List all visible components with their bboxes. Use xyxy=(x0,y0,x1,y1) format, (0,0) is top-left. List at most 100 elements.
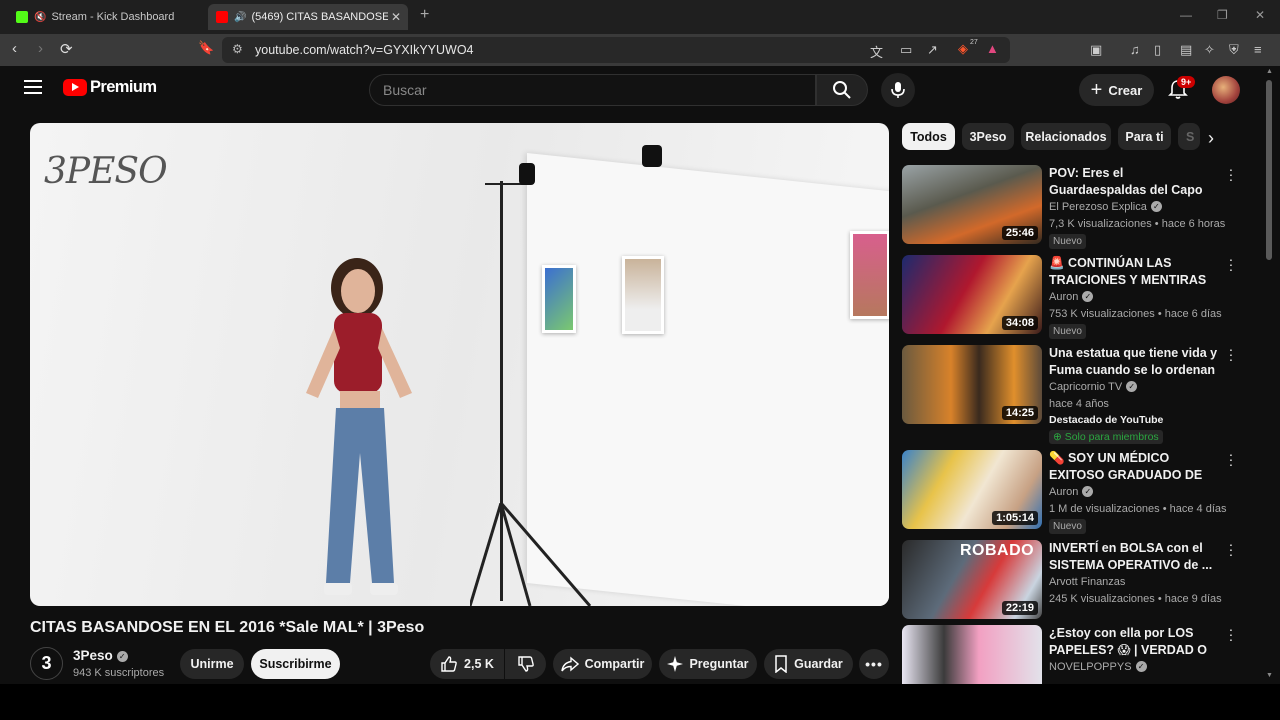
translate-icon[interactable]: 文 xyxy=(870,42,883,61)
recommendation-item[interactable]: 1:05:14 💊 SOY UN MÉDICO EXITOSO GRADUADO… xyxy=(902,447,1252,536)
more-options-icon[interactable]: · · · xyxy=(1228,625,1234,646)
recommendation-title[interactable]: 💊 SOY UN MÉDICO EXITOSO GRADUADO DE HARV… xyxy=(1049,450,1219,484)
youtube-page: Premium + Crear 9+ 3PESO xyxy=(0,66,1280,684)
featured-label: Destacado de YouTube xyxy=(1049,414,1164,426)
recommendation-channel[interactable]: Auron ✓ xyxy=(1049,486,1094,498)
address-bar[interactable]: ⚙ youtube.com/watch?v=GYXIkYYUWO4 文 ▭ ↗ … xyxy=(222,37,1010,63)
share-icon[interactable]: ↗ xyxy=(927,42,938,58)
video-title: CITAS BASANDOSE EN EL 2016 *Sale MAL* | … xyxy=(30,619,425,636)
site-settings-icon[interactable]: ⚙ xyxy=(232,42,243,56)
create-button[interactable]: + Crear xyxy=(1079,74,1154,106)
recommendation-title[interactable]: INVERTÍ en BOLSA con el SISTEMA OPERATIV… xyxy=(1049,540,1219,574)
presenter-figure xyxy=(306,258,412,595)
chip-para-ti[interactable]: Para ti xyxy=(1118,123,1171,150)
maximize-icon[interactable]: ❐ xyxy=(1217,8,1228,22)
scroll-up-icon[interactable]: ▲ xyxy=(1266,68,1273,75)
brave-rewards-icon[interactable]: ▲ xyxy=(986,41,999,56)
video-player[interactable]: 3PESO xyxy=(30,123,889,606)
recommendation-meta: 7,3 K visualizaciones • hace 6 horas xyxy=(1049,218,1226,230)
recommendation-channel[interactable]: Auron ✓ xyxy=(1049,291,1094,303)
vpn-icon[interactable]: ⛨ xyxy=(1229,42,1239,58)
sparkle-icon xyxy=(667,656,684,672)
close-window-icon[interactable]: ✕ xyxy=(1255,8,1265,22)
new-badge: Nuevo xyxy=(1049,324,1086,339)
muted-speaker-icon[interactable]: 🔇 xyxy=(34,12,46,23)
brave-shields-icon[interactable]: ◈ xyxy=(958,41,968,57)
recommendation-item[interactable]: 14:25 Una estatua que tiene vida y Fuma … xyxy=(902,342,1252,445)
video-thumbnail[interactable]: 1:05:14 xyxy=(902,450,1042,529)
join-button[interactable]: Unirme xyxy=(180,649,244,679)
like-button[interactable]: 2,5 K xyxy=(430,649,504,679)
minimize-icon[interactable]: — xyxy=(1180,8,1192,22)
tab-youtube-video[interactable]: 🔊 (5469) CITAS BASANDOSE EN ✕ xyxy=(208,4,408,30)
video-thumbnail[interactable]: 25:46 xyxy=(902,165,1042,244)
ai-icon[interactable]: ✧ xyxy=(1204,42,1215,58)
video-thumbnail[interactable] xyxy=(902,625,1042,684)
stand-clip xyxy=(519,163,535,185)
recommendation-item[interactable]: 34:08 🚨 CONTINÚAN LAS TRAICIONES Y MENTI… xyxy=(902,252,1252,341)
more-options-icon[interactable]: · · · xyxy=(1228,447,1234,471)
search-button[interactable] xyxy=(816,74,868,106)
reload-icon[interactable]: ⟳ xyxy=(60,40,73,58)
speaker-icon[interactable]: 🔊 xyxy=(234,12,246,23)
video-thumbnail[interactable]: 14:25 xyxy=(902,345,1042,424)
chip-todos[interactable]: Todos xyxy=(902,123,955,150)
recommendation-channel[interactable]: Arvott Finanzas xyxy=(1049,576,1125,588)
page-scrollbar[interactable] xyxy=(1266,80,1272,260)
forward-icon[interactable]: › xyxy=(38,40,43,57)
sidebar-icon[interactable]: ▯ xyxy=(1154,42,1161,58)
recommendation-title[interactable]: POV: Eres el Guardaespaldas del Capo en … xyxy=(1049,165,1219,199)
more-options-icon[interactable]: · · · xyxy=(1228,252,1234,276)
more-options-icon[interactable]: · · · xyxy=(1228,537,1234,561)
recommendation-channel[interactable]: NOVELPOPPYS ✓ xyxy=(1049,661,1147,673)
share-button[interactable]: Compartir xyxy=(553,649,652,679)
recommendation-meta: 1 M de visualizaciones • hace 4 días xyxy=(1049,503,1227,515)
back-icon[interactable]: ‹ xyxy=(12,40,17,57)
wallet-icon[interactable]: ▤ xyxy=(1180,42,1192,58)
recommendation-title[interactable]: Una estatua que tiene vida y Fuma cuando… xyxy=(1049,345,1219,379)
video-thumbnail[interactable]: 34:08 xyxy=(902,255,1042,334)
subscribe-button[interactable]: Suscribirme xyxy=(251,649,340,679)
ask-button[interactable]: Preguntar xyxy=(659,649,757,679)
account-avatar[interactable] xyxy=(1212,76,1240,104)
close-tab-icon[interactable]: ✕ xyxy=(388,10,404,24)
thumbs-down-icon xyxy=(517,656,534,672)
new-tab-button[interactable]: + xyxy=(420,6,429,24)
chip-3peso[interactable]: 3Peso xyxy=(962,123,1014,150)
verified-icon: ✓ xyxy=(116,651,128,662)
scroll-down-icon[interactable]: ▼ xyxy=(1266,672,1273,679)
bookmark-save-icon xyxy=(775,655,787,673)
save-button[interactable]: Guardar xyxy=(764,649,853,679)
channel-name[interactable]: 3Peso ✓ xyxy=(73,648,128,663)
tab-kick-dashboard[interactable]: 🔇 Stream - Kick Dashboard xyxy=(8,4,204,30)
menu-icon[interactable]: ≡ xyxy=(1254,42,1262,57)
recommendation-item[interactable]: ROBADO 22:19 INVERTÍ en BOLSA con el SIS… xyxy=(902,537,1252,626)
leo-icon[interactable]: ▣ xyxy=(1090,42,1102,58)
youtube-logo[interactable]: Premium xyxy=(63,78,157,97)
recommendation-item[interactable]: 25:46 POV: Eres el Guardaespaldas del Ca… xyxy=(902,162,1252,251)
video-thumbnail[interactable]: ROBADO 22:19 xyxy=(902,540,1042,619)
bookmark-icon[interactable]: 🔖 xyxy=(198,40,214,56)
chevron-right-icon[interactable]: › xyxy=(1208,128,1214,149)
url-text: youtube.com/watch?v=GYXIkYYUWO4 xyxy=(255,43,474,57)
video-duration: 25:46 xyxy=(1001,226,1038,240)
recommendation-channel[interactable]: El Perezoso Explica ✓ xyxy=(1049,201,1162,213)
recommendation-title[interactable]: ¿Estoy con ella por LOS PAPELES? 😱 | VER… xyxy=(1049,625,1219,659)
recommendation-item[interactable]: ¿Estoy con ella por LOS PAPELES? 😱 | VER… xyxy=(902,625,1252,684)
more-options-icon[interactable]: · · · xyxy=(1228,342,1234,366)
more-actions-icon[interactable]: ••• xyxy=(859,649,889,679)
music-icon[interactable]: ♫ xyxy=(1130,42,1140,57)
dislike-button[interactable] xyxy=(505,649,546,679)
verified-icon: ✓ xyxy=(1150,201,1162,212)
plus-icon: + xyxy=(1090,79,1103,101)
search-input[interactable] xyxy=(370,75,815,105)
channel-avatar[interactable]: 3 xyxy=(30,647,63,680)
chip-relacionados[interactable]: Relacionados xyxy=(1021,123,1111,150)
recommendation-title[interactable]: 🚨 CONTINÚAN LAS TRAICIONES Y MENTIRAS EN… xyxy=(1049,255,1219,289)
more-options-icon[interactable]: · · · xyxy=(1228,162,1234,186)
hamburger-menu-icon[interactable] xyxy=(24,80,42,94)
chip-partial[interactable]: S xyxy=(1178,123,1200,150)
cast-icon[interactable]: ▭ xyxy=(900,42,912,58)
recommendation-channel[interactable]: Capricornio TV ✓ xyxy=(1049,381,1138,393)
voice-search-button[interactable] xyxy=(881,73,915,107)
